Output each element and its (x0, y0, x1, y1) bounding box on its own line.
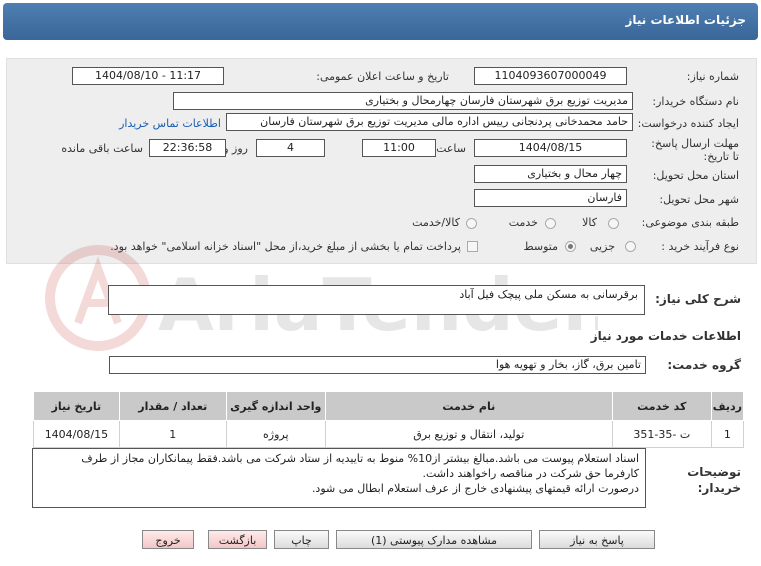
col-qty: تعداد / مقدار (118, 391, 227, 421)
province-label: استان محل تحویل: (652, 169, 739, 182)
city-field: فارسان (474, 189, 627, 207)
cell-unit: پروژه (225, 420, 326, 448)
cell-code: ت -35-351 (611, 420, 712, 448)
process-minor-radio[interactable] (625, 241, 636, 252)
buyer-notes-label: توضیحات خریدار: (687, 465, 741, 495)
info-panel (6, 58, 757, 264)
col-date: تاریخ نیاز (33, 391, 120, 421)
deadline-label: مهلت ارسال پاسخ: تا تاریخ: (651, 137, 739, 163)
need-number-field: 1104093607000049 (474, 67, 627, 85)
requester-label: ایجاد کننده درخواست: (637, 117, 739, 130)
exit-button[interactable]: خروج (142, 530, 194, 549)
cell-qty: 1 (118, 420, 227, 448)
announce-label: تاریخ و ساعت اعلان عمومی: (316, 70, 449, 83)
col-name: نام خدمت (324, 391, 613, 421)
cell-name: تولید، انتقال و توزیع برق (324, 420, 613, 448)
category-label: طبقه بندی موضوعی: (641, 216, 739, 229)
table-header-row: ردیف کد خدمت نام خدمت واحد اندازه گیری ت… (33, 391, 745, 421)
description-text: برقرسانی به مسکن ملی پیچک فیل آباد (459, 288, 638, 301)
deadline-date-field: 1404/08/15 (474, 139, 627, 157)
process-medium-label: متوسط (523, 240, 558, 253)
reply-button[interactable]: پاسخ به نیاز (539, 530, 655, 549)
services-table: ردیف کد خدمت نام خدمت واحد اندازه گیری ت… (33, 391, 745, 448)
buyer-contact-link[interactable]: اطلاعات تماس خریدار (119, 117, 221, 130)
deadline-time-field: 11:00 (362, 139, 436, 157)
service-group-label: گروه خدمت: (667, 358, 741, 372)
days-field: 4 (256, 139, 325, 157)
col-code: کد خدمت (611, 391, 712, 421)
province-field: چهار محال و بختیاری (474, 165, 627, 183)
category-service-label: خدمت (508, 216, 538, 229)
title-bar: جزئیات اطلاعات نیاز (3, 3, 758, 40)
window-title: جزئیات اطلاعات نیاز (625, 13, 746, 27)
services-section-title: اطلاعات خدمات مورد نیاز (590, 329, 741, 343)
remaining-time-field: 22:36:58 (149, 139, 226, 157)
category-goods-service-radio[interactable] (466, 218, 477, 229)
buyer-notes-line: درصورت ارائه قیمتهای پیشنهادی خارج از عر… (311, 482, 639, 495)
category-goods-service-label: کالا/خدمت (412, 216, 460, 229)
announce-field: 1404/08/10 - 11:17 (72, 67, 224, 85)
col-row: ردیف (710, 391, 745, 421)
buyer-notes-line: اسناد استعلام پیوست می باشد.مبالغ بیشتر … (81, 452, 639, 465)
category-goods-radio[interactable] (608, 218, 619, 229)
city-label: شهر محل تحویل: (659, 193, 739, 206)
cell-row: 1 (710, 420, 745, 448)
description-label: شرح کلی نیاز: (655, 292, 741, 306)
days-label: روز و (223, 142, 248, 155)
category-service-radio[interactable] (545, 218, 556, 229)
process-medium-radio[interactable] (565, 241, 576, 252)
buyer-notes-field: اسناد استعلام پیوست می باشد.مبالغ بیشتر … (32, 448, 646, 508)
buyer-field: مدیریت توزیع برق شهرستان فارسان چهارمحال… (173, 92, 633, 110)
treasury-payment-checkbox[interactable] (467, 241, 478, 252)
buyer-notes-line: کارفرما حق شرکت در مناقصه راخواهند داشت. (422, 467, 640, 480)
col-unit: واحد اندازه گیری (225, 391, 326, 421)
buyer-label: نام دستگاه خریدار: (652, 95, 739, 108)
table-row: 1 ت -35-351 تولید، انتقال و توزیع برق پر… (33, 420, 745, 448)
category-goods-label: کالا (582, 216, 597, 229)
requester-field: حامد محمدخانی پردنجانی رییس اداره مالی م… (226, 113, 633, 131)
back-button[interactable]: بازگشت (208, 530, 267, 549)
remaining-label: ساعت باقی مانده (61, 142, 143, 155)
process-label: نوع فرآیند خرید : (661, 240, 739, 253)
description-field: برقرسانی به مسکن ملی پیچک فیل آباد (108, 285, 645, 315)
need-number-label: شماره نیاز: (686, 70, 739, 83)
deadline-time-label: ساعت (436, 142, 466, 155)
payment-note: پرداخت تمام یا بخشی از مبلغ خرید،از محل … (110, 240, 461, 253)
cell-date: 1404/08/15 (33, 420, 120, 448)
attachments-button[interactable]: مشاهده مدارک پیوستی (1) (336, 530, 532, 549)
service-group-field: تامین برق، گاز، بخار و تهویه هوا (109, 356, 646, 374)
print-button[interactable]: چاپ (274, 530, 329, 549)
process-minor-label: جزیی (589, 240, 615, 253)
